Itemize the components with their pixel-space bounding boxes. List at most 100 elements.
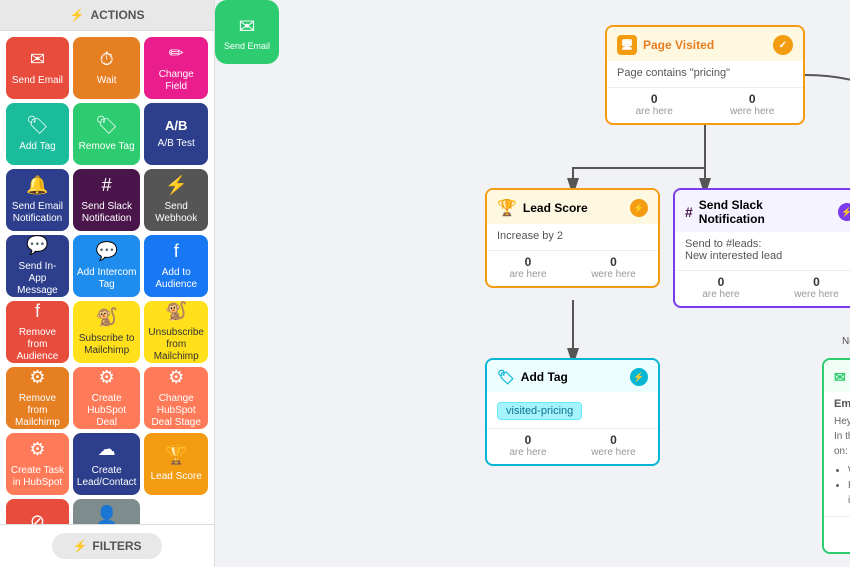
tile-change-hubspot-label: Change HubSpot Deal Stage [148, 393, 204, 429]
slack-footer: 0 are here 0 were here [675, 270, 850, 306]
create-lead-icon: ☁ [98, 439, 116, 461]
tile-remove-audience[interactable]: f Remove from Audience [6, 301, 69, 363]
lead-score-action: Increase by 2 [497, 230, 563, 242]
add-tag-are-here: 0 are here [509, 433, 546, 458]
tile-remove-audience-label: Remove from Audience [10, 327, 65, 363]
tile-add-intercom[interactable]: 💬 Add Intercom Tag [73, 235, 140, 297]
tile-end-flow[interactable]: ⊘ End Flow [6, 499, 69, 524]
tile-remove-tag-label: Remove Tag [79, 141, 135, 153]
archive-icon: 👤 [95, 505, 117, 524]
node-page-visited[interactable]: 🖥 Page Visited ✓ Page contains "pricing"… [605, 25, 805, 125]
tile-subscribe-mailchimp[interactable]: 🐒 Subscribe to Mailchimp [73, 301, 140, 363]
slack-header: # Send Slack Notification ⚡ [675, 190, 850, 232]
page-visited-check: ✓ [773, 35, 793, 55]
tile-lead-score[interactable]: 🏆 Lead Score [144, 433, 208, 495]
tile-remove-mailchimp[interactable]: ⚙ Remove from Mailchimp [6, 367, 69, 429]
no-label: No [842, 336, 850, 347]
send-email-card-header: ✉ Send Email ⚡ [824, 360, 850, 392]
tile-send-email-label: Send Email [12, 75, 63, 87]
slack-icon: # [685, 204, 693, 220]
node-send-email-floating[interactable]: ✉ Send Email [215, 0, 279, 64]
slack-lightning: ⚡ [838, 203, 850, 221]
slack-line2: New interested lead [685, 250, 850, 262]
tile-remove-tag[interactable]: 🏷 Remove Tag [73, 103, 140, 165]
add-tag-were-here: 0 were here [591, 433, 635, 458]
tile-lead-score-label: Lead Score [151, 471, 202, 483]
tile-send-in-app-label: Send In-App Message [10, 261, 65, 297]
tile-archive-person[interactable]: 👤 Archive Person [73, 499, 140, 524]
tile-create-hubspot-deal-label: Create HubSpot Deal [77, 393, 136, 429]
filters-icon: ⚡ [72, 539, 87, 553]
send-email-icon: ✉ [30, 49, 45, 71]
sidebar-header: ⚡ ACTIONS [0, 0, 214, 31]
tile-ab-test[interactable]: A/B A/B Test [144, 103, 208, 165]
lead-score-are-here: 0 are here [509, 255, 546, 280]
tile-change-hubspot[interactable]: ⚙ Change HubSpot Deal Stage [144, 367, 208, 429]
tile-add-tag[interactable]: 🏷 Add Tag [6, 103, 69, 165]
ab-test-icon: A/B [165, 118, 187, 134]
lead-score-were-here: 0 were here [591, 255, 635, 280]
node-send-slack[interactable]: # Send Slack Notification ⚡ Send to #lea… [673, 188, 850, 308]
add-tag-header: 🏷 Add Tag ⚡ [487, 360, 658, 392]
wait-icon: ⏱ [100, 49, 114, 71]
lead-score-title: Lead Score [523, 201, 588, 215]
remove-mailchimp-icon: ⚙ [29, 367, 45, 389]
change-field-icon: ✏ [169, 43, 184, 65]
node-lead-score[interactable]: 🏆 Lead Score ⚡ Increase by 2 0 are here … [485, 188, 660, 288]
tile-create-task-hubspot-label: Create Task in HubSpot [10, 465, 65, 489]
tile-send-webhook-label: Send Webhook [148, 201, 204, 225]
fb-add-icon: f [174, 241, 179, 263]
tile-add-audience[interactable]: f Add to Audience [144, 235, 208, 297]
tile-unsubscribe-mailchimp[interactable]: 🐒 Unsubscribe from Mailchimp [144, 301, 208, 363]
node-add-tag[interactable]: 🏷 Add Tag ⚡ visited-pricing 0 are here 0… [485, 358, 660, 466]
send-email-floating-icon: ✉ [239, 14, 256, 39]
page-visited-body: Page contains "pricing" [607, 61, 803, 87]
tile-send-email-notif[interactable]: 🔔 Send Email Notification [6, 169, 69, 231]
slack-are-here: 0 are here [702, 275, 739, 300]
tile-change-field-label: Change Field [148, 69, 204, 93]
send-email-notif-icon: 🔔 [26, 175, 48, 197]
send-email-card-footer: 0 are here 0 were here [824, 516, 850, 552]
send-email-floating-label: Send Email [224, 41, 270, 51]
filters-button[interactable]: ⚡ FILTERS [52, 533, 161, 559]
lead-score-body: Increase by 2 [487, 224, 658, 250]
tile-add-audience-label: Add to Audience [148, 267, 204, 291]
mailchimp-unsub-icon: 🐒 [165, 301, 187, 323]
webhook-icon: ⚡ [165, 175, 187, 197]
sidebar-footer: ⚡ FILTERS [0, 524, 214, 567]
tile-send-in-app[interactable]: 💬 Send In-App Message [6, 235, 69, 297]
tile-add-intercom-label: Add Intercom Tag [77, 267, 136, 291]
page-visited-header-icon: 🖥 [617, 35, 637, 55]
page-visited-condition: Page contains "pricing" [617, 67, 730, 79]
slack-line1: Send to #leads: [685, 238, 850, 250]
actions-grid: ✉ Send Email ⏱ Wait ✏ Change Field 🏷 Add… [0, 31, 214, 524]
lead-score-lightning: ⚡ [630, 199, 648, 217]
add-tag-body: visited-pricing [487, 392, 658, 428]
add-tag-icon: 🏷 [26, 115, 49, 137]
page-visited-title: Page Visited [643, 38, 714, 52]
trophy-icon: 🏆 [497, 198, 517, 218]
tile-change-field[interactable]: ✏ Change Field [144, 37, 208, 99]
add-tag-title: Add Tag [521, 370, 568, 384]
filters-label: FILTERS [92, 539, 141, 553]
hubspot-task-icon: ⚙ [29, 439, 45, 461]
tile-remove-mailchimp-label: Remove from Mailchimp [10, 393, 65, 429]
tile-wait-label: Wait [97, 75, 117, 87]
hubspot2-icon: ⚙ [168, 367, 184, 389]
canvas: No 🖥 Page Visited ✓ Page contains "prici… [215, 0, 850, 567]
page-visited-header: 🖥 Page Visited ✓ [607, 27, 803, 61]
node-send-email-card[interactable]: ✉ Send Email ⚡ Email 7 - Book a call Hey… [822, 358, 850, 554]
tile-unsubscribe-mailchimp-label: Unsubscribe from Mailchimp [148, 327, 204, 363]
tile-wait[interactable]: ⏱ Wait [73, 37, 140, 99]
tile-send-slack-label: Send Slack Notification [77, 201, 136, 225]
page-visited-are-here: 0 are here [636, 92, 673, 117]
lead-score-header: 🏆 Lead Score ⚡ [487, 190, 658, 224]
tile-subscribe-mailchimp-label: Subscribe to Mailchimp [77, 333, 136, 357]
add-tag-header-icon: 🏷 [497, 369, 515, 386]
tile-create-lead[interactable]: ☁ Create Lead/Contact [73, 433, 140, 495]
tile-send-slack[interactable]: # Send Slack Notification [73, 169, 140, 231]
tile-send-webhook[interactable]: ⚡ Send Webhook [144, 169, 208, 231]
tile-create-hubspot-deal[interactable]: ⚙ Create HubSpot Deal [73, 367, 140, 429]
tile-create-task-hubspot[interactable]: ⚙ Create Task in HubSpot [6, 433, 69, 495]
tile-send-email[interactable]: ✉ Send Email [6, 37, 69, 99]
